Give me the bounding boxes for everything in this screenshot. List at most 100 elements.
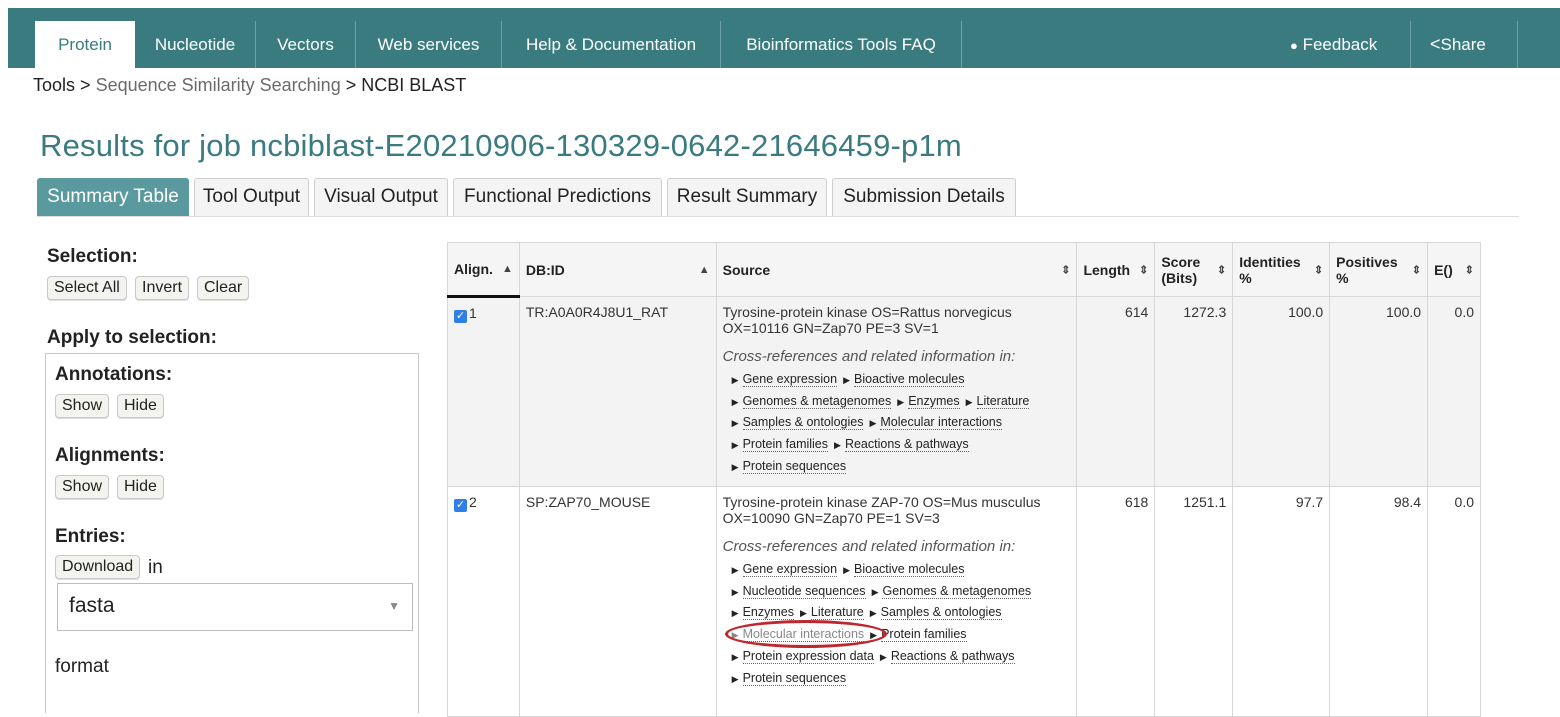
apply-to-selection-label: Apply to selection: — [47, 327, 217, 348]
invert-button[interactable]: Invert — [135, 276, 190, 300]
xref-link[interactable]: Molecular interactions — [880, 415, 1002, 431]
tab-tool-output[interactable]: Tool Output — [194, 178, 309, 216]
nav-tab-nucleotide[interactable]: Nucleotide — [135, 21, 256, 68]
annotations-show-button[interactable]: Show — [55, 394, 110, 418]
xref-line: ▶ Samples & ontologies ▶ Molecular interact… — [723, 412, 1071, 434]
sort-icon: ⇕ — [1411, 264, 1422, 276]
nav-tab-web-services[interactable]: Web services — [356, 21, 502, 68]
sort-icon: ⇕ — [1139, 264, 1149, 276]
col-source-label: Source — [722, 261, 771, 278]
feedback-link[interactable]: ● Feedback — [1290, 21, 1377, 68]
breadcrumb-sequence-similarity[interactable]: Sequence Similarity Searching — [96, 75, 341, 95]
xref-link[interactable]: Samples & ontologies — [880, 605, 1002, 621]
source-description: Tyrosine-protein kinase OS=Rattus norveg… — [722, 304, 1012, 336]
xref-link[interactable]: Bioactive molecules — [854, 372, 965, 387]
breadcrumb-current: NCBI BLAST — [361, 75, 467, 95]
xref-link[interactable]: Gene expression — [742, 562, 838, 577]
share-link[interactable]: <Share — [1430, 21, 1486, 68]
col-length[interactable]: Length ⇕ — [1076, 242, 1156, 297]
xref-link[interactable]: Protein families — [881, 627, 967, 643]
xref-link[interactable]: Genomes & metagenomes — [742, 393, 892, 409]
tab-functional-predictions[interactable]: Functional Predictions — [453, 178, 662, 216]
row-checkbox[interactable]: ✓ — [454, 499, 467, 512]
triangle-right-icon: ▶ — [869, 608, 877, 619]
xref-link[interactable]: Literature — [810, 605, 864, 621]
xref-link[interactable]: Genomes & metagenomes — [882, 583, 1032, 599]
xref-link[interactable]: Bioactive molecules — [854, 562, 965, 577]
xref-link[interactable]: Reactions & pathways — [890, 648, 1015, 664]
xref-line: ▶ Protein families ▶ Reactions & pathways — [723, 434, 1071, 456]
xref-title: Cross-references and related information… — [722, 538, 1016, 555]
triangle-right-icon: ▶ — [897, 396, 905, 407]
col-source[interactable]: Source ⇕ — [715, 242, 1078, 297]
xref-link[interactable]: Nucleotide sequences — [742, 583, 866, 599]
positives-cell: 100.0 — [1329, 296, 1429, 487]
xref-link[interactable]: Protein families — [742, 437, 829, 453]
xref-link[interactable]: Literature — [976, 393, 1030, 409]
breadcrumb-tools[interactable]: Tools — [33, 75, 75, 95]
col-evalue[interactable]: E() ⇕ — [1427, 242, 1481, 297]
xref-line: ▶ Gene expression ▶ Bioactive molecules — [723, 369, 1071, 391]
evalue-cell: 0.0 — [1427, 486, 1481, 717]
triangle-right-icon: ▶ — [834, 440, 841, 451]
sort-icon: ⇕ — [1313, 264, 1324, 276]
dbid-cell[interactable]: SP:ZAP70_MOUSE — [518, 486, 717, 717]
nav-tab-vectors[interactable]: Vectors — [256, 21, 356, 68]
col-identities[interactable]: Identities % ⇕ — [1232, 242, 1331, 297]
tab-visual-output[interactable]: Visual Output — [314, 178, 448, 216]
col-align-label: Align. — [454, 261, 493, 277]
nav-tab-faq[interactable]: Bioinformatics Tools FAQ — [721, 21, 962, 68]
triangle-right-icon: ▶ — [731, 673, 739, 684]
xref-link[interactable]: Reactions & pathways — [844, 437, 969, 453]
tab-submission-details[interactable]: Submission Details — [832, 178, 1016, 216]
col-positives[interactable]: Positives % ⇕ — [1329, 242, 1429, 297]
dbid-cell[interactable]: TR:A0A0R4J8U1_RAT — [518, 296, 717, 487]
align-cell: ✓ 2 — [447, 486, 520, 717]
nav-divider — [1410, 21, 1411, 68]
length-cell: 618 — [1076, 486, 1156, 717]
nav-tab-help[interactable]: Help & Documentation — [502, 21, 721, 68]
highlight-ellipse — [724, 620, 887, 648]
score-cell: 1251.1 — [1154, 486, 1234, 717]
nav-divider — [1517, 21, 1518, 68]
source-cell: Tyrosine-protein kinase OS=Rattus norveg… — [715, 296, 1078, 487]
share-icon: < — [1430, 34, 1441, 54]
xref-link[interactable]: Protein sequences — [742, 670, 847, 686]
download-button[interactable]: Download — [55, 555, 141, 579]
col-align[interactable]: Align. ▲ — [447, 242, 520, 298]
xref-link[interactable]: Samples & ontologies — [742, 415, 864, 431]
selection-label: Selection: — [47, 246, 138, 267]
col-score-label: Score (Bits) — [1161, 253, 1201, 286]
tab-result-summary[interactable]: Result Summary — [667, 178, 827, 216]
table-row: ✓ 1 TR:A0A0R4J8U1_RAT Tyrosine-protein ki… — [447, 296, 1481, 487]
xref-link[interactable]: Enzymes — [908, 393, 960, 409]
source-cell: Tyrosine-protein kinase ZAP-70 OS=Mus mu… — [715, 486, 1078, 717]
xref-link[interactable]: Protein sequences — [742, 458, 847, 474]
triangle-right-icon: ▶ — [731, 651, 739, 662]
format-select-value: fasta — [69, 594, 115, 617]
format-select[interactable]: fasta ▼ — [57, 583, 413, 631]
nav-tab-protein[interactable]: Protein — [35, 21, 135, 68]
clear-button[interactable]: Clear — [197, 276, 250, 300]
xref-line: ▶ Gene expression ▶ Bioactive molecules — [723, 559, 1071, 581]
triangle-right-icon: ▶ — [731, 608, 739, 619]
row-checkbox[interactable]: ✓ — [454, 310, 467, 323]
alignments-hide-button[interactable]: Hide — [117, 475, 164, 499]
col-dbid[interactable]: DB:ID ▲︎ — [518, 242, 717, 297]
xref-link[interactable]: Protein expression data — [742, 648, 874, 664]
tab-summary-table[interactable]: Summary Table — [37, 178, 189, 216]
xref-link[interactable]: Gene expression — [742, 372, 838, 387]
sort-asc-icon: ▲ — [501, 263, 513, 275]
evalue-cell: 0.0 — [1427, 296, 1481, 487]
annotations-hide-button[interactable]: Hide — [117, 394, 164, 418]
alignments-label: Alignments: — [55, 445, 165, 466]
alignments-show-button[interactable]: Show — [55, 475, 110, 499]
xref-link[interactable]: Enzymes — [742, 605, 794, 621]
col-length-label: Length — [1083, 261, 1131, 278]
format-label: format — [55, 656, 109, 677]
triangle-right-icon: ▶ — [731, 440, 739, 451]
select-all-button[interactable]: Select All — [47, 276, 127, 300]
col-score[interactable]: Score (Bits) ⇕ — [1154, 242, 1234, 297]
comment-icon: ● — [1290, 38, 1298, 53]
xref-line: ▶ Protein sequences — [723, 668, 1071, 690]
